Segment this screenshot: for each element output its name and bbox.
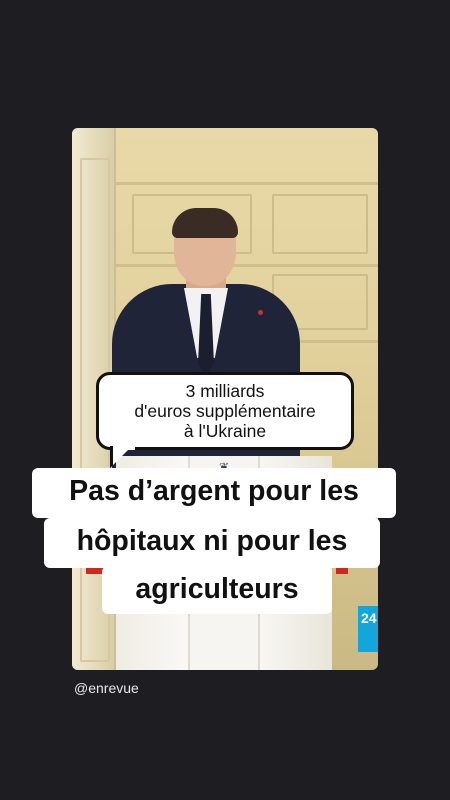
account-handle[interactable]: @enrevue (74, 680, 139, 696)
podium-panel (188, 456, 260, 670)
wall-molding (116, 182, 378, 185)
crest-icon: ❦ (218, 460, 230, 474)
podium: ❦ (116, 456, 332, 670)
red-accent (86, 568, 110, 574)
bubble-line: d'euros supplémentaire (134, 401, 316, 421)
bubble-line: à l'Ukraine (183, 421, 267, 441)
speech-bubble-tail-cover (113, 444, 135, 450)
speaker-hair (172, 208, 238, 238)
channel-logo: 24 (358, 606, 378, 652)
bubble-line: 3 milliards (185, 381, 265, 401)
speech-bubble: 3 milliards d'euros supplémentaire à l'U… (96, 372, 354, 450)
lapel-pin (258, 310, 263, 315)
red-accent (336, 568, 348, 574)
